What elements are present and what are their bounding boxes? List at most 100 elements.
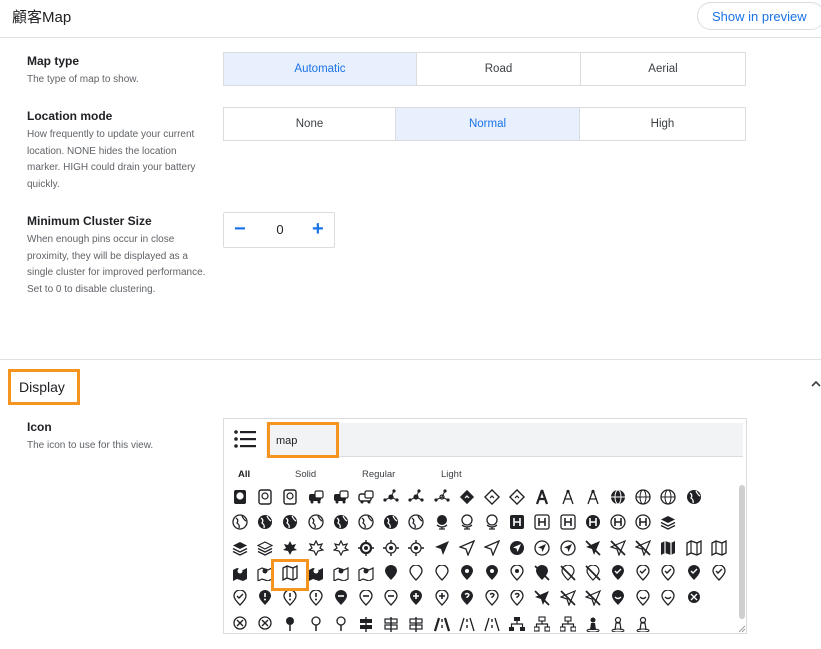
location-exclamation-light-icon[interactable]	[304, 586, 328, 610]
scrollbar-thumb[interactable]	[739, 485, 745, 619]
location-pin-icon[interactable]	[404, 561, 428, 585]
icon-grid-scrollbar[interactable]	[738, 485, 746, 631]
location-xmark-light-icon[interactable]	[253, 612, 277, 634]
location-pin-icon[interactable]	[379, 561, 403, 585]
location-question-icon[interactable]	[455, 586, 479, 610]
location-dot-icon[interactable]	[505, 561, 529, 585]
sitemap-icon[interactable]	[505, 612, 529, 634]
compass-drafting-icon[interactable]	[556, 485, 580, 509]
cluster-size-value[interactable]: 0	[268, 222, 292, 237]
layer-group-icon[interactable]	[656, 510, 680, 534]
map-icon[interactable]	[656, 536, 680, 560]
map-pin-icon[interactable]	[278, 612, 302, 634]
location-exclamation-icon[interactable]	[253, 586, 277, 610]
network-icon[interactable]	[379, 485, 403, 509]
location-minus-icon[interactable]	[354, 586, 378, 610]
location-exclamation-icon[interactable]	[278, 586, 302, 610]
map-leaf-icon[interactable]	[304, 536, 328, 560]
location-mode-option-high[interactable]: High	[580, 108, 745, 140]
map-location-icon[interactable]	[228, 561, 252, 585]
location-arrow-icon[interactable]	[430, 536, 454, 560]
layer-group-icon[interactable]	[253, 536, 277, 560]
signs-post-icon[interactable]	[379, 612, 403, 634]
globe-stand-icon[interactable]	[430, 510, 454, 534]
nodes-icon[interactable]	[404, 485, 428, 509]
location-slash-icon[interactable]	[556, 586, 580, 610]
square-h-icon[interactable]	[530, 510, 554, 534]
chevron-up-icon[interactable]	[810, 378, 821, 390]
road-icon[interactable]	[455, 612, 479, 634]
location-arrow-slash-icon[interactable]	[581, 536, 605, 560]
location-arrow-slash-light-icon[interactable]	[631, 536, 655, 560]
location-check-light-icon[interactable]	[656, 561, 680, 585]
location-smile-light-icon[interactable]	[656, 586, 680, 610]
location-pin-slash-icon[interactable]	[530, 561, 554, 585]
location-pin-slash-light-icon[interactable]	[581, 561, 605, 585]
car-icon[interactable]	[354, 485, 378, 509]
increment-button[interactable]: +	[312, 218, 324, 240]
display-section-title[interactable]: Display	[8, 369, 80, 405]
location-question-light-icon[interactable]	[505, 586, 529, 610]
circle-h-icon[interactable]	[606, 510, 630, 534]
map-folded-icon[interactable]	[278, 561, 302, 585]
diamond-turn-icon[interactable]	[455, 485, 479, 509]
location-plus-icon[interactable]	[404, 586, 428, 610]
diamond-turn-icon[interactable]	[480, 485, 504, 509]
compass-drafting-light-icon[interactable]	[581, 485, 605, 509]
location-dot-icon[interactable]	[455, 561, 479, 585]
earth-africa-icon[interactable]	[253, 510, 277, 534]
square-h-light-icon[interactable]	[556, 510, 580, 534]
street-view-icon[interactable]	[606, 612, 630, 634]
location-question-icon[interactable]	[480, 586, 504, 610]
earth-oceania-icon[interactable]	[354, 510, 378, 534]
earth-americas-icon[interactable]	[682, 485, 706, 509]
street-view-icon[interactable]	[581, 612, 605, 634]
location-arrow-light-icon[interactable]	[480, 536, 504, 560]
network-light-icon[interactable]	[430, 485, 454, 509]
earth-americas-icon[interactable]	[379, 510, 403, 534]
resize-grip-icon[interactable]	[738, 625, 746, 633]
map-type-option-road[interactable]: Road	[417, 53, 581, 85]
map-location-dot-icon[interactable]	[304, 561, 328, 585]
location-slash-light-icon[interactable]	[581, 586, 605, 610]
tab-all[interactable]: All	[238, 469, 250, 480]
globe-stand-icon[interactable]	[455, 510, 479, 534]
decrement-button[interactable]: −	[234, 218, 246, 240]
road-icon[interactable]	[430, 612, 454, 634]
earth-africa-icon[interactable]	[404, 510, 428, 534]
address-book-icon[interactable]	[253, 485, 277, 509]
earth-asia-icon[interactable]	[278, 510, 302, 534]
map-pin-light-icon[interactable]	[329, 612, 353, 634]
location-plus-icon[interactable]	[430, 586, 454, 610]
earth-oceania-icon[interactable]	[329, 510, 353, 534]
earth-europe-icon[interactable]	[304, 510, 328, 534]
compass-drafting-icon[interactable]	[530, 485, 554, 509]
map-icon[interactable]	[682, 536, 706, 560]
globe-stand-light-icon[interactable]	[480, 510, 504, 534]
location-smile-icon[interactable]	[606, 586, 630, 610]
address-card-icon[interactable]	[278, 485, 302, 509]
map-pin-icon[interactable]	[304, 612, 328, 634]
globe-light-icon[interactable]	[656, 485, 680, 509]
square-h-icon[interactable]	[505, 510, 529, 534]
location-check-icon[interactable]	[606, 561, 630, 585]
earth-icon[interactable]	[228, 510, 252, 534]
location-crosshairs-icon[interactable]	[354, 536, 378, 560]
location-dot-icon[interactable]	[480, 561, 504, 585]
globe-icon[interactable]	[631, 485, 655, 509]
signs-post-light-icon[interactable]	[404, 612, 428, 634]
location-mode-option-none[interactable]: None	[224, 108, 396, 140]
location-pen-icon[interactable]	[228, 586, 252, 610]
location-check-icon[interactable]	[631, 561, 655, 585]
location-pin-light-icon[interactable]	[430, 561, 454, 585]
map-type-option-aerial[interactable]: Aerial	[581, 53, 745, 85]
circle-h-light-icon[interactable]	[631, 510, 655, 534]
road-light-icon[interactable]	[480, 612, 504, 634]
tab-solid[interactable]: Solid	[295, 469, 316, 480]
location-pin-check-icon[interactable]	[682, 561, 706, 585]
list-view-icon[interactable]	[234, 429, 256, 449]
location-slash-icon[interactable]	[530, 586, 554, 610]
map-type-option-automatic[interactable]: Automatic	[224, 53, 417, 85]
location-crosshairs-icon[interactable]	[379, 536, 403, 560]
signs-post-icon[interactable]	[354, 612, 378, 634]
